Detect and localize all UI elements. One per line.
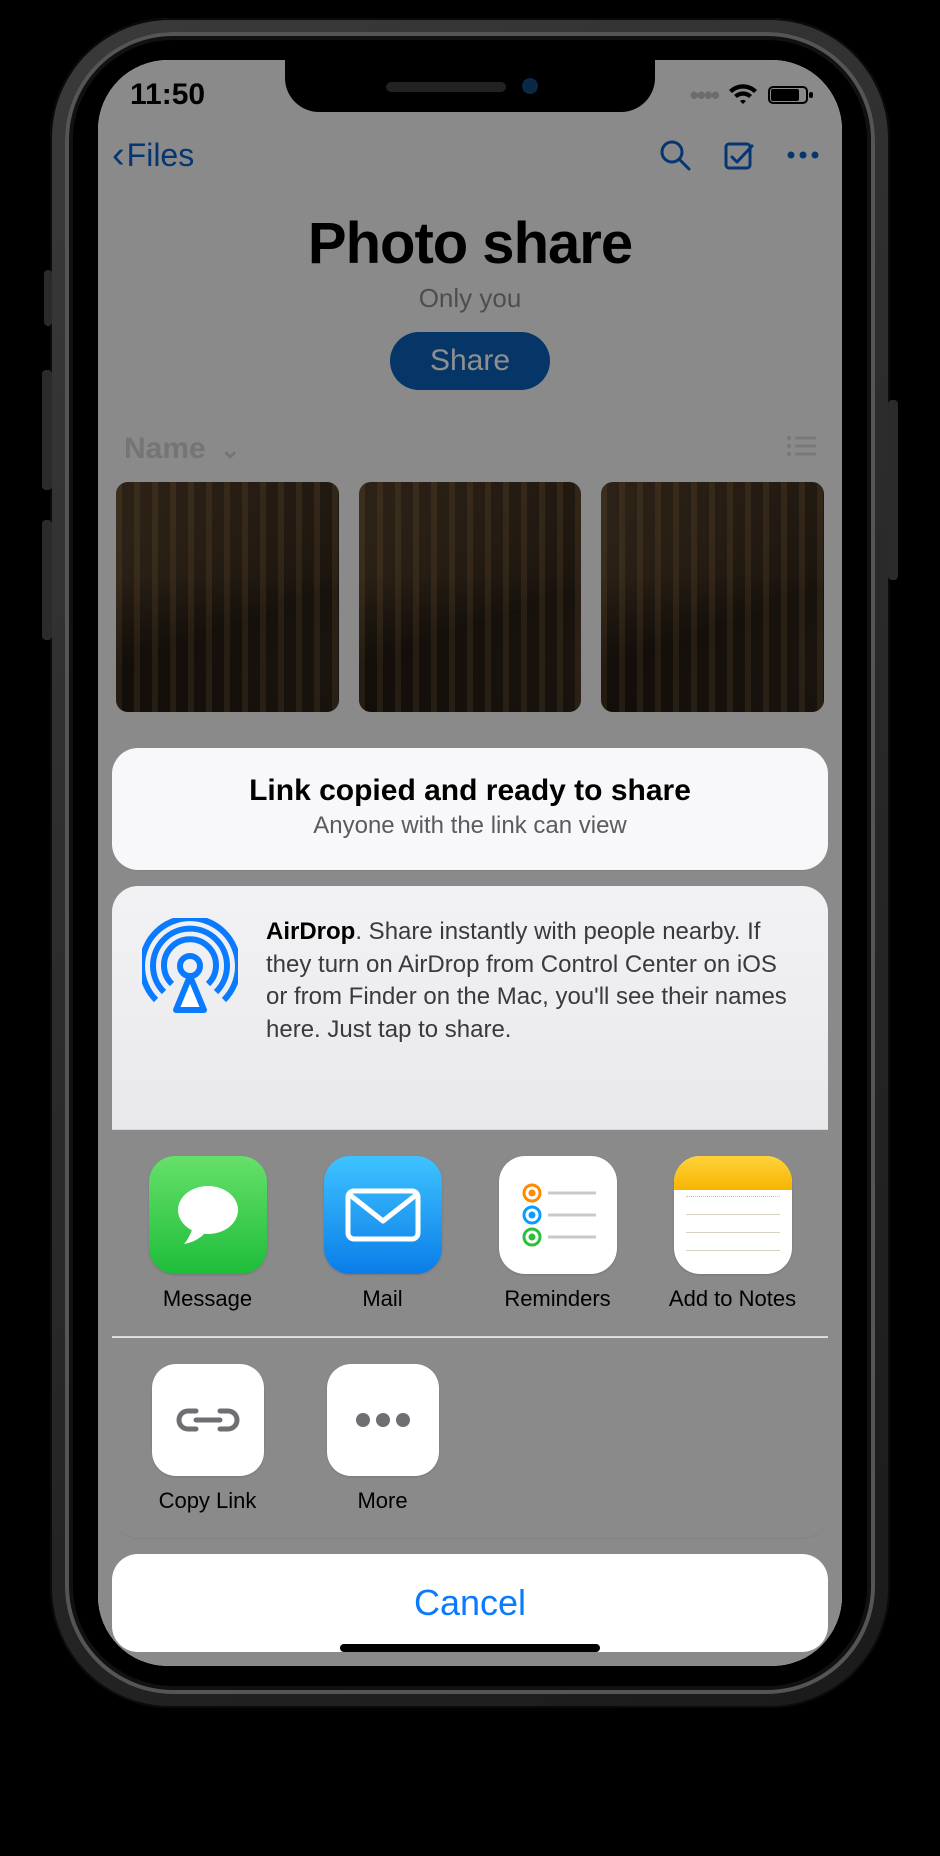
app-label: Add to Notes xyxy=(669,1286,796,1312)
link-copied-card: Link copied and ready to share Anyone wi… xyxy=(112,748,828,870)
share-app-reminders[interactable]: Reminders xyxy=(470,1156,645,1312)
reminders-icon xyxy=(499,1156,617,1274)
power-button xyxy=(888,400,898,580)
notes-icon xyxy=(674,1156,792,1274)
share-actions-row: Copy Link More . . xyxy=(112,1337,828,1538)
share-action-more[interactable]: More xyxy=(295,1364,470,1514)
airdrop-text: AirDrop. Share instantly with people nea… xyxy=(266,916,800,1046)
copied-subtitle: Anyone with the link can view xyxy=(132,812,808,840)
mail-icon xyxy=(324,1156,442,1274)
share-sheet: Link copied and ready to share Anyone wi… xyxy=(112,748,828,1652)
copied-title: Link copied and ready to share xyxy=(132,774,808,808)
share-action-copy-link[interactable]: Copy Link xyxy=(120,1364,295,1514)
notch xyxy=(285,60,655,112)
message-icon xyxy=(149,1156,267,1274)
volume-up-button xyxy=(42,370,52,490)
link-icon xyxy=(152,1364,264,1476)
cancel-button[interactable]: Cancel xyxy=(112,1554,828,1652)
share-options-group: AirDrop. Share instantly with people nea… xyxy=(112,886,828,1538)
action-label: Copy Link xyxy=(159,1488,257,1514)
share-app-mail[interactable]: Mail xyxy=(295,1156,470,1312)
device-frame: 11:50 •••• ‹ Files xyxy=(0,0,940,1856)
more-horizontal-icon xyxy=(327,1364,439,1476)
home-indicator[interactable] xyxy=(340,1644,600,1652)
airdrop-icon xyxy=(140,916,240,1016)
action-label: More xyxy=(357,1488,407,1514)
screen: 11:50 •••• ‹ Files xyxy=(98,60,842,1666)
share-app-message[interactable]: Message xyxy=(120,1156,295,1312)
share-app-notes[interactable]: Add to Notes xyxy=(645,1156,820,1312)
volume-down-button xyxy=(42,520,52,640)
app-label: Message xyxy=(163,1286,252,1312)
app-label: Reminders xyxy=(504,1286,610,1312)
mute-switch xyxy=(44,270,52,326)
share-apps-row: Message Mail xyxy=(112,1129,828,1337)
airdrop-section[interactable]: AirDrop. Share instantly with people nea… xyxy=(112,886,828,1130)
airdrop-title: AirDrop xyxy=(266,918,355,945)
app-label: Mail xyxy=(362,1286,402,1312)
